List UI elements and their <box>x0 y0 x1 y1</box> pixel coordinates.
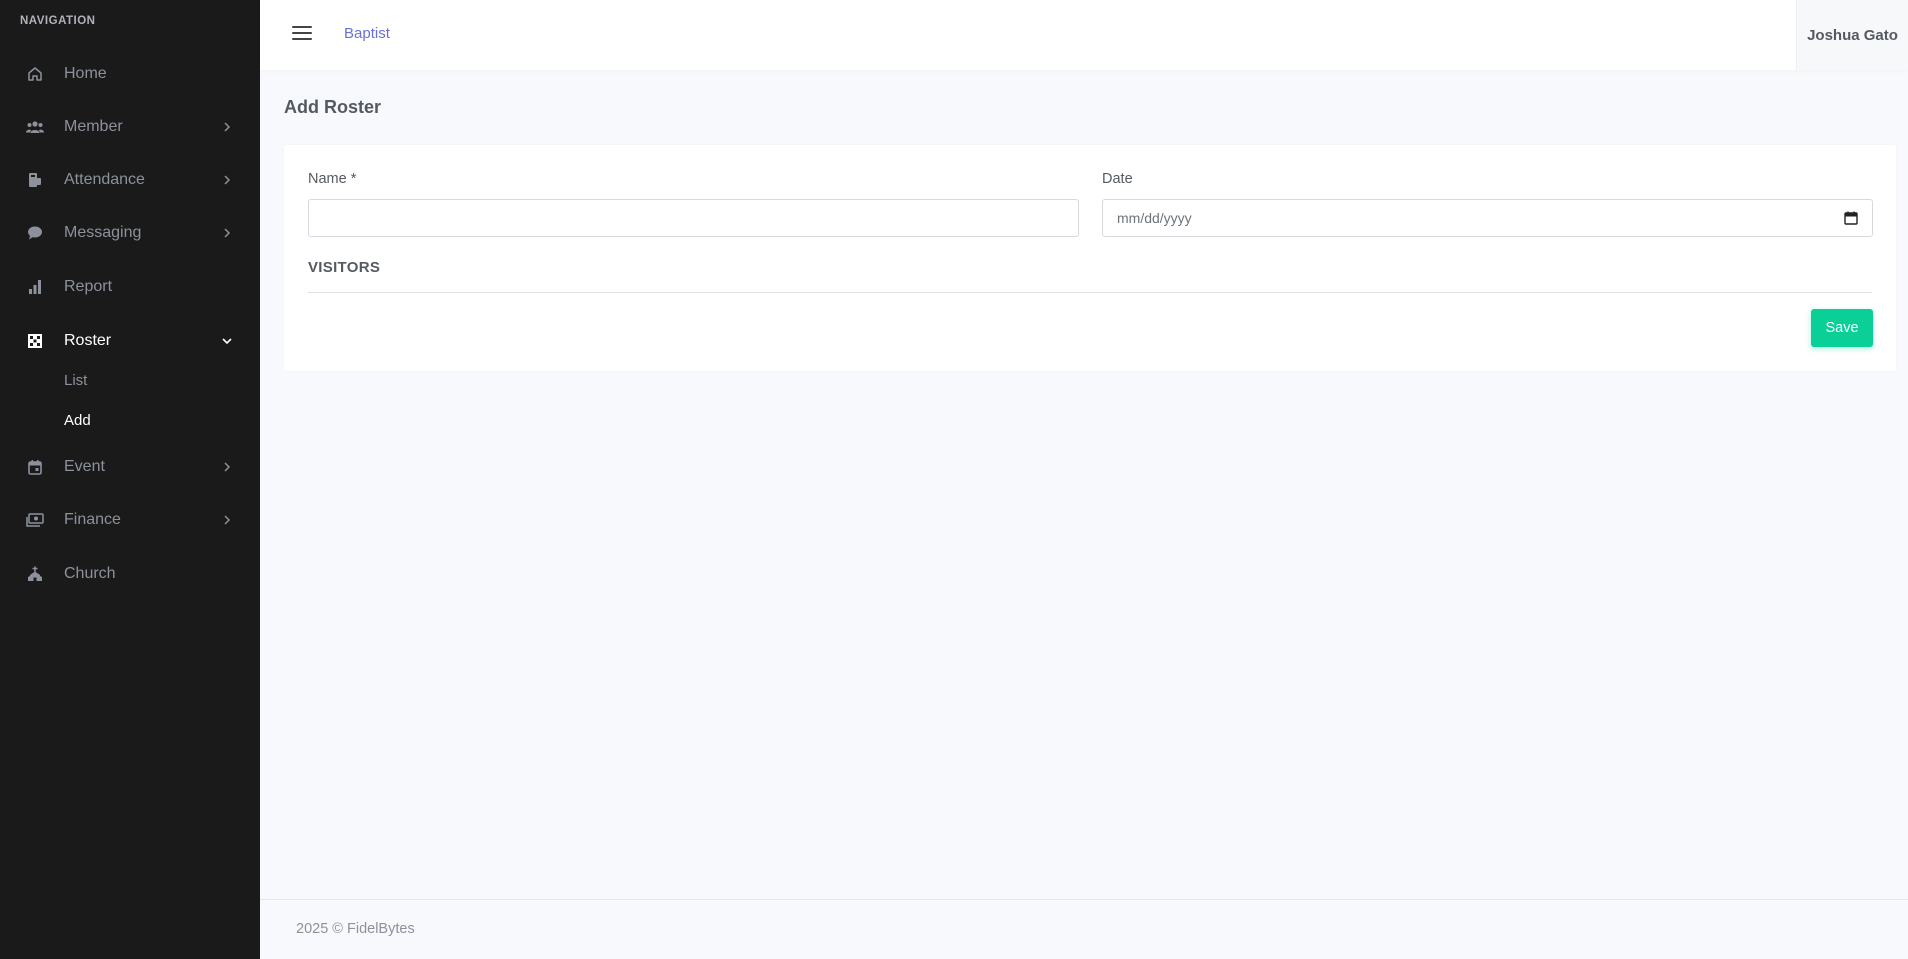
sidebar-item-home[interactable]: Home <box>0 52 260 96</box>
save-button[interactable]: Save <box>1811 309 1873 347</box>
topbar: Baptist Joshua Gato <box>260 0 1908 70</box>
footer: 2025 © FidelBytes <box>260 899 1908 959</box>
visitors-heading: VISITORS <box>308 259 381 276</box>
calendar-picker-icon[interactable] <box>1844 211 1858 225</box>
date-input[interactable]: mm/dd/yyyy <box>1102 199 1873 237</box>
sidebar-item-label: Event <box>64 458 105 475</box>
brand-link[interactable]: Baptist <box>344 25 390 42</box>
chevron-down-icon <box>221 335 233 347</box>
cash-icon <box>26 511 44 529</box>
sidebar-item-attendance[interactable]: Attendance <box>0 158 260 202</box>
sidebar-item-label: Home <box>64 65 107 82</box>
sidebar-item-finance[interactable]: Finance <box>0 498 260 542</box>
name-label: Name * <box>308 171 357 187</box>
sidebar-item-church[interactable]: Church <box>0 552 260 596</box>
menu-toggle-icon[interactable] <box>292 26 312 42</box>
date-label: Date <box>1102 171 1133 187</box>
user-name: Joshua Gato <box>1807 26 1898 44</box>
chat-icon <box>26 224 44 242</box>
sidebar-item-label: Member <box>64 118 123 135</box>
chevron-right-icon <box>221 174 233 186</box>
sidebar-item-label: Church <box>64 565 116 582</box>
sidebar-item-label: Roster <box>64 332 112 349</box>
attendance-icon <box>26 171 44 189</box>
chevron-right-icon <box>221 227 233 239</box>
chevron-right-icon <box>221 514 233 526</box>
sidebar-item-member[interactable]: Member <box>0 105 260 149</box>
sidebar-item-label: Report <box>64 278 113 295</box>
bar-chart-icon <box>26 278 44 296</box>
name-input[interactable] <box>308 199 1079 237</box>
users-icon <box>26 118 44 136</box>
church-icon <box>26 565 44 583</box>
nav-heading: NAVIGATION <box>20 15 96 27</box>
footer-copyright: 2025 © FidelBytes <box>296 921 415 937</box>
sidebar-item-messaging[interactable]: Messaging <box>0 211 260 255</box>
user-menu[interactable]: Joshua Gato <box>1796 0 1908 70</box>
chevron-right-icon <box>221 121 233 133</box>
page-title: Add Roster <box>284 97 382 117</box>
section-divider <box>308 292 1872 293</box>
sidebar-item-label: Messaging <box>64 224 142 241</box>
sidebar-item-roster[interactable]: Roster <box>0 319 260 363</box>
sidebar-item-report[interactable]: Report <box>0 265 260 309</box>
roster-form-card: Name * Date mm/dd/yyyy VISITORS Save <box>284 145 1896 371</box>
calendar-icon <box>26 458 44 476</box>
chevron-right-icon <box>221 461 233 473</box>
home-icon <box>26 65 44 83</box>
sidebar: NAVIGATION Home Member Attendance Messag… <box>0 0 260 959</box>
sidebar-item-label: Finance <box>64 511 121 528</box>
sidebar-subitem-add[interactable]: Add <box>64 412 91 429</box>
date-placeholder: mm/dd/yyyy <box>1117 210 1192 226</box>
sidebar-item-event[interactable]: Event <box>0 445 260 489</box>
sidebar-subitem-list[interactable]: List <box>64 372 87 389</box>
roster-icon <box>26 332 44 350</box>
sidebar-item-label: Attendance <box>64 171 145 188</box>
